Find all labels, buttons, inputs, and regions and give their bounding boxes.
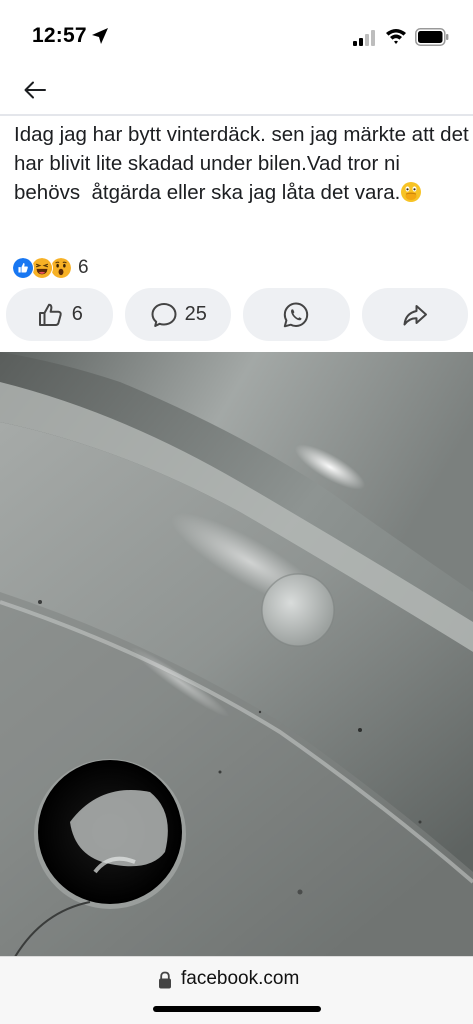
photo-illustration <box>0 352 473 956</box>
cellular-signal-icon <box>353 30 375 46</box>
lock-icon <box>159 971 171 989</box>
post-text: Idag jag har bytt vinterdäck. sen jag mä… <box>14 120 469 207</box>
location-arrow-icon <box>92 28 108 44</box>
arrow-left-icon <box>24 81 46 99</box>
comment-button[interactable]: 25 <box>124 288 231 341</box>
url-text[interactable]: facebook.com <box>181 968 299 990</box>
share-arrow-icon <box>403 304 427 325</box>
wifi-icon <box>386 29 406 44</box>
thumbs-up-icon <box>38 303 62 326</box>
back-button[interactable] <box>20 76 50 104</box>
post-actions: 6 25 <box>6 288 468 342</box>
battery-icon <box>415 28 449 46</box>
whatsapp-icon <box>284 302 309 327</box>
status-time: 12:57 <box>32 24 87 47</box>
home-indicator <box>153 1006 321 1012</box>
car-underbody-photo[interactable] <box>0 352 473 956</box>
comment-bubble-icon <box>151 302 177 327</box>
browser-url-bar[interactable] <box>0 956 473 1024</box>
like-button[interactable]: 6 <box>6 288 113 341</box>
comment-count: 25 <box>184 303 207 325</box>
whatsapp-share-button[interactable] <box>243 288 350 341</box>
nav-bar <box>0 64 473 116</box>
haha-icon <box>31 257 53 279</box>
like-icon <box>12 257 34 279</box>
wow-icon <box>50 257 72 279</box>
reaction-count: 6 <box>78 257 89 278</box>
status-bar: 12:57 <box>0 0 473 64</box>
reactions-summary[interactable]: 6 <box>12 256 89 280</box>
like-count: 6 <box>71 303 83 325</box>
face-hand-over-mouth-emoji-icon <box>401 182 422 202</box>
share-button[interactable] <box>361 288 468 341</box>
